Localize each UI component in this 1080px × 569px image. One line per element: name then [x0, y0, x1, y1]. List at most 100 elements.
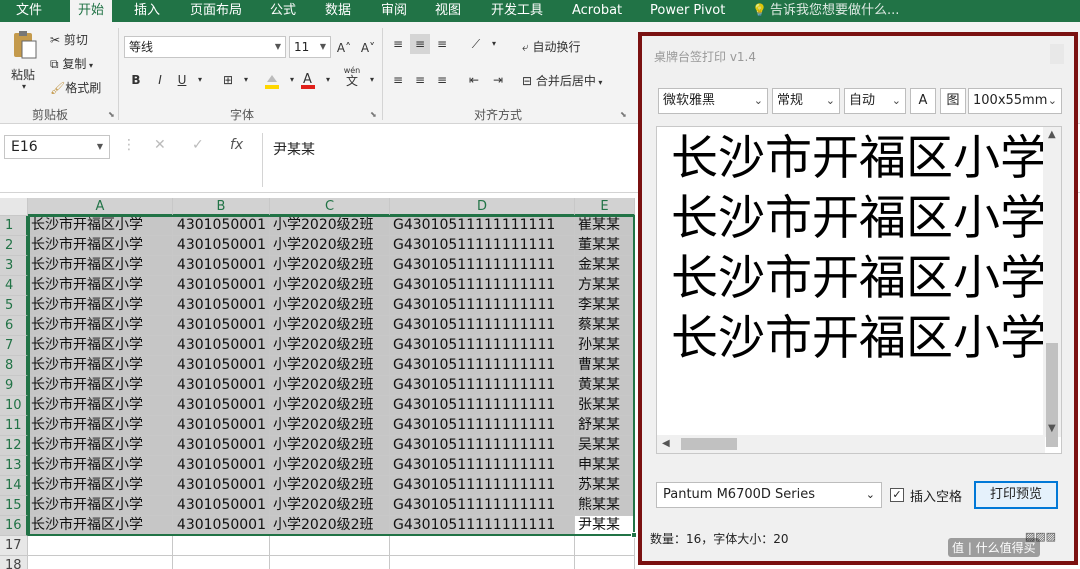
decrease-indent-icon[interactable]: ⇤: [464, 70, 484, 90]
cell-a[interactable]: 长沙市开福区小学: [28, 276, 173, 296]
cell-empty[interactable]: [575, 536, 635, 556]
cell-d[interactable]: G43010511111111111: [390, 496, 575, 516]
cell-a[interactable]: 长沙市开福区小学: [28, 296, 173, 316]
cell-d[interactable]: G43010511111111111: [390, 396, 575, 416]
cell-c[interactable]: 小学2020级2班: [270, 256, 390, 276]
cell-b[interactable]: 4301050001: [173, 256, 270, 276]
cell-c[interactable]: 小学2020级2班: [270, 516, 390, 536]
cell-b[interactable]: 4301050001: [173, 296, 270, 316]
vertical-scrollbar[interactable]: ▲ ▼: [1043, 127, 1061, 447]
cell-d[interactable]: G43010511111111111: [390, 216, 575, 236]
cell-empty[interactable]: [28, 556, 173, 569]
italic-button[interactable]: I: [150, 70, 170, 90]
cell-b[interactable]: 4301050001: [173, 336, 270, 356]
cell-c[interactable]: 小学2020级2班: [270, 336, 390, 356]
row-header[interactable]: 13: [0, 456, 28, 476]
print-preview-button[interactable]: 打印预览: [974, 481, 1058, 509]
insert-function-icon[interactable]: fx: [230, 137, 243, 153]
cell-a[interactable]: 长沙市开福区小学: [28, 216, 173, 236]
row-header[interactable]: 15: [0, 496, 28, 516]
cell-d[interactable]: G43010511111111111: [390, 456, 575, 476]
row-header[interactable]: 14: [0, 476, 28, 496]
shrink-font-button[interactable]: A˅: [358, 38, 378, 58]
cell-c[interactable]: 小学2020级2班: [270, 276, 390, 296]
cell-empty[interactable]: [390, 556, 575, 569]
cell-e[interactable]: 张某某: [575, 396, 635, 416]
cell-a[interactable]: 长沙市开福区小学: [28, 436, 173, 456]
cell-b[interactable]: 4301050001: [173, 376, 270, 396]
cell-c[interactable]: 小学2020级2班: [270, 236, 390, 256]
cell-c[interactable]: 小学2020级2班: [270, 356, 390, 376]
cell-empty[interactable]: [270, 536, 390, 556]
font-style-select[interactable]: 常规 ⌄: [772, 88, 840, 114]
cell-e[interactable]: 熊某某: [575, 496, 635, 516]
row-header[interactable]: 9: [0, 376, 28, 396]
row-header[interactable]: 17: [0, 536, 28, 556]
cell-d[interactable]: G43010511111111111: [390, 436, 575, 456]
cell-e[interactable]: 苏某某: [575, 476, 635, 496]
cell-b[interactable]: 4301050001: [173, 276, 270, 296]
column-header-a[interactable]: A: [28, 198, 173, 216]
align-middle-icon[interactable]: ≡: [410, 34, 430, 54]
panel-scroll-handle[interactable]: [1050, 44, 1064, 64]
tab-power-pivot[interactable]: Power Pivot: [650, 0, 725, 22]
cell-b[interactable]: 4301050001: [173, 356, 270, 376]
cell-empty[interactable]: [390, 536, 575, 556]
cell-e[interactable]: 孙某某: [575, 336, 635, 356]
cell-e[interactable]: 曹某某: [575, 356, 635, 376]
font-color-icon[interactable]: A: [298, 70, 318, 90]
orientation-icon[interactable]: ⟋: [466, 34, 486, 54]
align-top-icon[interactable]: ≡: [388, 34, 408, 54]
cell-e[interactable]: 蔡某某: [575, 316, 635, 336]
paste-icon[interactable]: [10, 30, 38, 60]
cell-b[interactable]: 4301050001: [173, 516, 270, 536]
cell-b[interactable]: 4301050001: [173, 496, 270, 516]
cell-a[interactable]: 长沙市开福区小学: [28, 336, 173, 356]
tab-view[interactable]: 视图: [435, 0, 461, 22]
scroll-down-icon[interactable]: ▼: [1048, 423, 1056, 434]
row-header[interactable]: 6: [0, 316, 28, 336]
cell-empty[interactable]: [575, 556, 635, 569]
font-launcher-icon[interactable]: ⬊: [370, 110, 377, 119]
border-icon[interactable]: ⊞: [218, 70, 238, 90]
cell-d[interactable]: G43010511111111111: [390, 256, 575, 276]
cell-d[interactable]: G43010511111111111: [390, 356, 575, 376]
cell-e[interactable]: 黄某某: [575, 376, 635, 396]
column-header-b[interactable]: B: [173, 198, 270, 216]
cell-c[interactable]: 小学2020级2班: [270, 376, 390, 396]
cell-c[interactable]: 小学2020级2班: [270, 216, 390, 236]
chevron-down-icon[interactable]: ▾: [318, 70, 338, 90]
tab-file[interactable]: 文件: [16, 0, 42, 22]
enter-icon[interactable]: ✓: [192, 137, 204, 153]
alignment-launcher-icon[interactable]: ⬊: [620, 110, 627, 119]
phonetic-guide-button[interactable]: wén 文: [342, 66, 362, 87]
cell-a[interactable]: 长沙市开福区小学: [28, 256, 173, 276]
cell-b[interactable]: 4301050001: [173, 396, 270, 416]
cell-a[interactable]: 长沙市开福区小学: [28, 456, 173, 476]
cell-a[interactable]: 长沙市开福区小学: [28, 356, 173, 376]
underline-button[interactable]: U: [172, 70, 192, 90]
horizontal-scroll-thumb[interactable]: [681, 438, 737, 450]
column-header-c[interactable]: C: [270, 198, 390, 216]
cell-a[interactable]: 长沙市开福区小学: [28, 236, 173, 256]
cell-d[interactable]: G43010511111111111: [390, 376, 575, 396]
paste-dropdown-icon[interactable]: ▾: [22, 82, 26, 91]
cell-c[interactable]: 小学2020级2班: [270, 496, 390, 516]
row-header[interactable]: 4: [0, 276, 28, 296]
align-bottom-icon[interactable]: ≡: [432, 34, 452, 54]
cell-b[interactable]: 4301050001: [173, 236, 270, 256]
cell-e[interactable]: 方某某: [575, 276, 635, 296]
printer-select[interactable]: Pantum M6700D Series ⌄: [656, 482, 882, 508]
font-name-select[interactable]: 等线 ▼: [124, 36, 286, 58]
grow-font-button[interactable]: A˄: [334, 38, 354, 58]
cell-d[interactable]: G43010511111111111: [390, 236, 575, 256]
chevron-down-icon[interactable]: ▾: [362, 70, 382, 90]
bold-button[interactable]: B: [126, 70, 146, 90]
font-family-select[interactable]: 微软雅黑 ⌄: [658, 88, 768, 114]
cell-d[interactable]: G43010511111111111: [390, 296, 575, 316]
copy-button[interactable]: ⧉ 复制 ▾: [50, 55, 93, 72]
cell-b[interactable]: 4301050001: [173, 476, 270, 496]
cell-e[interactable]: 吴某某: [575, 436, 635, 456]
cell-e[interactable]: 董某某: [575, 236, 635, 256]
font-size-select[interactable]: 11 ▼: [289, 36, 331, 58]
